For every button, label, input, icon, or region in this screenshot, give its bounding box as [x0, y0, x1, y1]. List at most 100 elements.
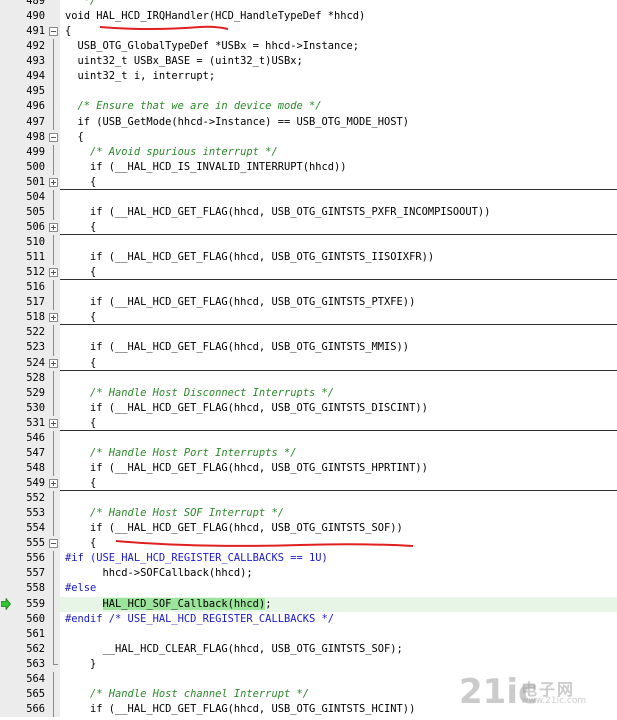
code-text[interactable]: if (__HAL_HCD_GET_FLAG(hhcd, USB_OTG_GIN… [65, 250, 434, 265]
code-line[interactable]: 492 USB_OTG_GlobalTypeDef *USBx = hhcd->… [0, 39, 617, 55]
code-line[interactable]: 558 #else [0, 581, 617, 597]
code-line[interactable]: 552 [0, 491, 617, 507]
code-line[interactable]: 548 if (__HAL_HCD_GET_FLAG(hhcd, USB_OTG… [0, 460, 617, 476]
fold-expand-icon[interactable] [49, 313, 58, 323]
code-line[interactable]: 553 /* Handle Host SOF Interrupt */ [0, 506, 617, 522]
fold-guide [53, 551, 54, 567]
code-text[interactable]: { [65, 175, 96, 190]
code-text[interactable]: */ [65, 0, 97, 9]
fold-guide [53, 54, 54, 70]
code-text[interactable]: { [65, 220, 96, 235]
line-number: 524 [26, 356, 45, 369]
code-line[interactable]: 501 { [0, 174, 617, 190]
code-line[interactable]: 490 void HAL_HCD_IRQHandler(HCD_HandleTyp… [0, 9, 617, 25]
code-text[interactable]: uint32_t USBx_BASE = (uint32_t)USBx; [65, 54, 303, 69]
code-text[interactable]: __HAL_HCD_CLEAR_FLAG(hhcd, USB_OTG_GINTS… [65, 642, 403, 657]
code-text[interactable]: if (USB_GetMode(hhcd->Instance) == USB_O… [65, 115, 410, 130]
fold-expand-icon[interactable] [49, 268, 58, 278]
code-line[interactable]: 529 /* Handle Host Disconnect Interrupts… [0, 385, 617, 401]
fold-collapse-icon[interactable] [49, 539, 58, 549]
code-text[interactable]: /* Handle Host SOF Interrupt */ [65, 506, 284, 521]
code-line[interactable]: 528 [0, 370, 617, 386]
code-text[interactable]: #if (USE_HAL_HCD_REGISTER_CALLBACKS == 1… [65, 551, 328, 566]
code-line[interactable]: 516 [0, 280, 617, 296]
code-line[interactable]: 546 [0, 430, 617, 446]
line-gutter: 493 [0, 54, 60, 70]
code-line[interactable]: 491 { [0, 24, 617, 40]
code-text[interactable]: { [65, 536, 96, 551]
code-line[interactable]: 496 /* Ensure that we are in device mode… [0, 99, 617, 115]
code-line[interactable]: 531 { [0, 415, 617, 431]
code-line[interactable]: 523 if (__HAL_HCD_GET_FLAG(hhcd, USB_OTG… [0, 340, 617, 356]
code-text[interactable]: /* Handle Host channel Interrupt */ [65, 687, 309, 702]
code-line[interactable]: 555 { [0, 536, 617, 552]
code-text[interactable]: if (__HAL_HCD_GET_FLAG(hhcd, USB_OTG_GIN… [65, 340, 409, 355]
code-text[interactable]: if (__HAL_HCD_GET_FLAG(hhcd, USB_OTG_GIN… [65, 401, 428, 416]
code-line[interactable]: 506 { [0, 219, 617, 235]
code-line[interactable]: 493 uint32_t USBx_BASE = (uint32_t)USBx; [0, 54, 617, 70]
code-line[interactable]: 559 HAL_HCD_SOF_Callback(hhcd); [0, 596, 617, 612]
code-text[interactable]: /* Avoid spurious interrupt */ [65, 145, 278, 160]
code-text[interactable]: if (__HAL_HCD_GET_FLAG(hhcd, USB_OTG_GIN… [65, 295, 415, 310]
fold-expand-icon[interactable] [49, 418, 58, 428]
code-text[interactable]: { [65, 310, 96, 325]
fold-collapse-icon[interactable] [49, 132, 58, 142]
code-line[interactable]: 524 { [0, 355, 617, 371]
code-line[interactable]: 510 [0, 235, 617, 251]
code-text[interactable]: if (__HAL_HCD_GET_FLAG(hhcd, USB_OTG_GIN… [65, 461, 428, 476]
code-text[interactable]: void HAL_HCD_IRQHandler(HCD_HandleTypeDe… [65, 9, 365, 24]
code-line[interactable]: 499 /* Avoid spurious interrupt */ [0, 144, 617, 160]
code-line[interactable]: 522 [0, 325, 617, 341]
code-line[interactable]: 498 { [0, 129, 617, 145]
code-line[interactable]: 556 #if (USE_HAL_HCD_REGISTER_CALLBACKS =… [0, 551, 617, 567]
code-text[interactable]: hhcd->SOFCallback(hhcd); [65, 566, 253, 581]
fold-expand-icon[interactable] [49, 222, 58, 232]
code-line[interactable]: 489 */ [0, 0, 617, 10]
code-line[interactable]: 562 __HAL_HCD_CLEAR_FLAG(hhcd, USB_OTG_G… [0, 641, 617, 657]
code-text[interactable]: /* Ensure that we are in device mode */ [65, 99, 322, 114]
code-text[interactable]: if (__HAL_HCD_GET_FLAG(hhcd, USB_OTG_GIN… [65, 205, 490, 220]
code-text[interactable]: /* Handle Host Port Interrupts */ [65, 446, 296, 461]
fold-expand-icon[interactable] [49, 479, 58, 488]
code-text[interactable]: if (__HAL_HCD_IS_INVALID_INTERRUPT(hhcd)… [65, 160, 347, 175]
fold-expand-icon[interactable] [49, 358, 58, 368]
code-line[interactable]: 497 if (USB_GetMode(hhcd->Instance) == U… [0, 114, 617, 130]
code-line[interactable]: 500 if (__HAL_HCD_IS_INVALID_INTERRUPT(h… [0, 159, 617, 175]
code-editor[interactable]: 489 */490 void HAL_HCD_IRQHandler(HCD_Han… [0, 0, 617, 717]
code-text[interactable]: #else [65, 581, 96, 596]
code-line[interactable]: 554 if (__HAL_HCD_GET_FLAG(hhcd, USB_OTG… [0, 521, 617, 537]
code-line[interactable]: 512 { [0, 265, 617, 281]
code-text[interactable]: if (__HAL_HCD_GET_FLAG(hhcd, USB_OTG_GIN… [65, 521, 403, 536]
highlighted-call: HAL_HCD_SOF_Callback(hhcd) [102, 597, 266, 610]
code-text[interactable]: #endif /* USE_HAL_HCD_REGISTER_CALLBACKS… [65, 612, 334, 627]
code-line[interactable]: 547 /* Handle Host Port Interrupts */ [0, 445, 617, 461]
code-text[interactable]: { [65, 130, 84, 145]
fold-collapse-icon[interactable] [49, 27, 58, 37]
code-line[interactable]: 517 if (__HAL_HCD_GET_FLAG(hhcd, USB_OTG… [0, 295, 617, 311]
code-line[interactable]: 549 { [0, 476, 617, 492]
code-text[interactable]: { [65, 416, 96, 431]
code-text[interactable]: HAL_HCD_SOF_Callback(hhcd); [65, 597, 271, 612]
code-line[interactable]: 560 #endif /* USE_HAL_HCD_REGISTER_CALLBA… [0, 611, 617, 627]
code-text[interactable]: uint32_t i, interrupt; [65, 69, 216, 84]
code-line[interactable]: 561 [0, 626, 617, 642]
code-line[interactable]: 505 if (__HAL_HCD_GET_FLAG(hhcd, USB_OTG… [0, 204, 617, 220]
code-line[interactable]: 495 [0, 84, 617, 100]
code-text[interactable]: } [65, 657, 96, 672]
code-line[interactable]: 530 if (__HAL_HCD_GET_FLAG(hhcd, USB_OTG… [0, 400, 617, 416]
fold-expand-icon[interactable] [49, 177, 58, 187]
line-number: 506 [26, 220, 45, 233]
code-line[interactable]: 563 } [0, 656, 617, 672]
code-text[interactable]: { [65, 265, 96, 280]
code-line[interactable]: 504 [0, 189, 617, 205]
code-text[interactable]: { [65, 476, 96, 491]
code-text[interactable]: /* Handle Host Disconnect Interrupts */ [65, 386, 334, 401]
code-line[interactable]: 518 { [0, 310, 617, 326]
code-text[interactable]: USB_OTG_GlobalTypeDef *USBx = hhcd->Inst… [65, 39, 360, 54]
code-text[interactable]: { [65, 356, 96, 371]
code-line[interactable]: 511 if (__HAL_HCD_GET_FLAG(hhcd, USB_OTG… [0, 250, 617, 266]
code-text[interactable]: if (__HAL_HCD_GET_FLAG(hhcd, USB_OTG_GIN… [65, 702, 415, 717]
code-line[interactable]: 494 uint32_t i, interrupt; [0, 69, 617, 85]
code-text[interactable]: { [65, 24, 71, 39]
code-line[interactable]: 557 hhcd->SOFCallback(hhcd); [0, 566, 617, 582]
